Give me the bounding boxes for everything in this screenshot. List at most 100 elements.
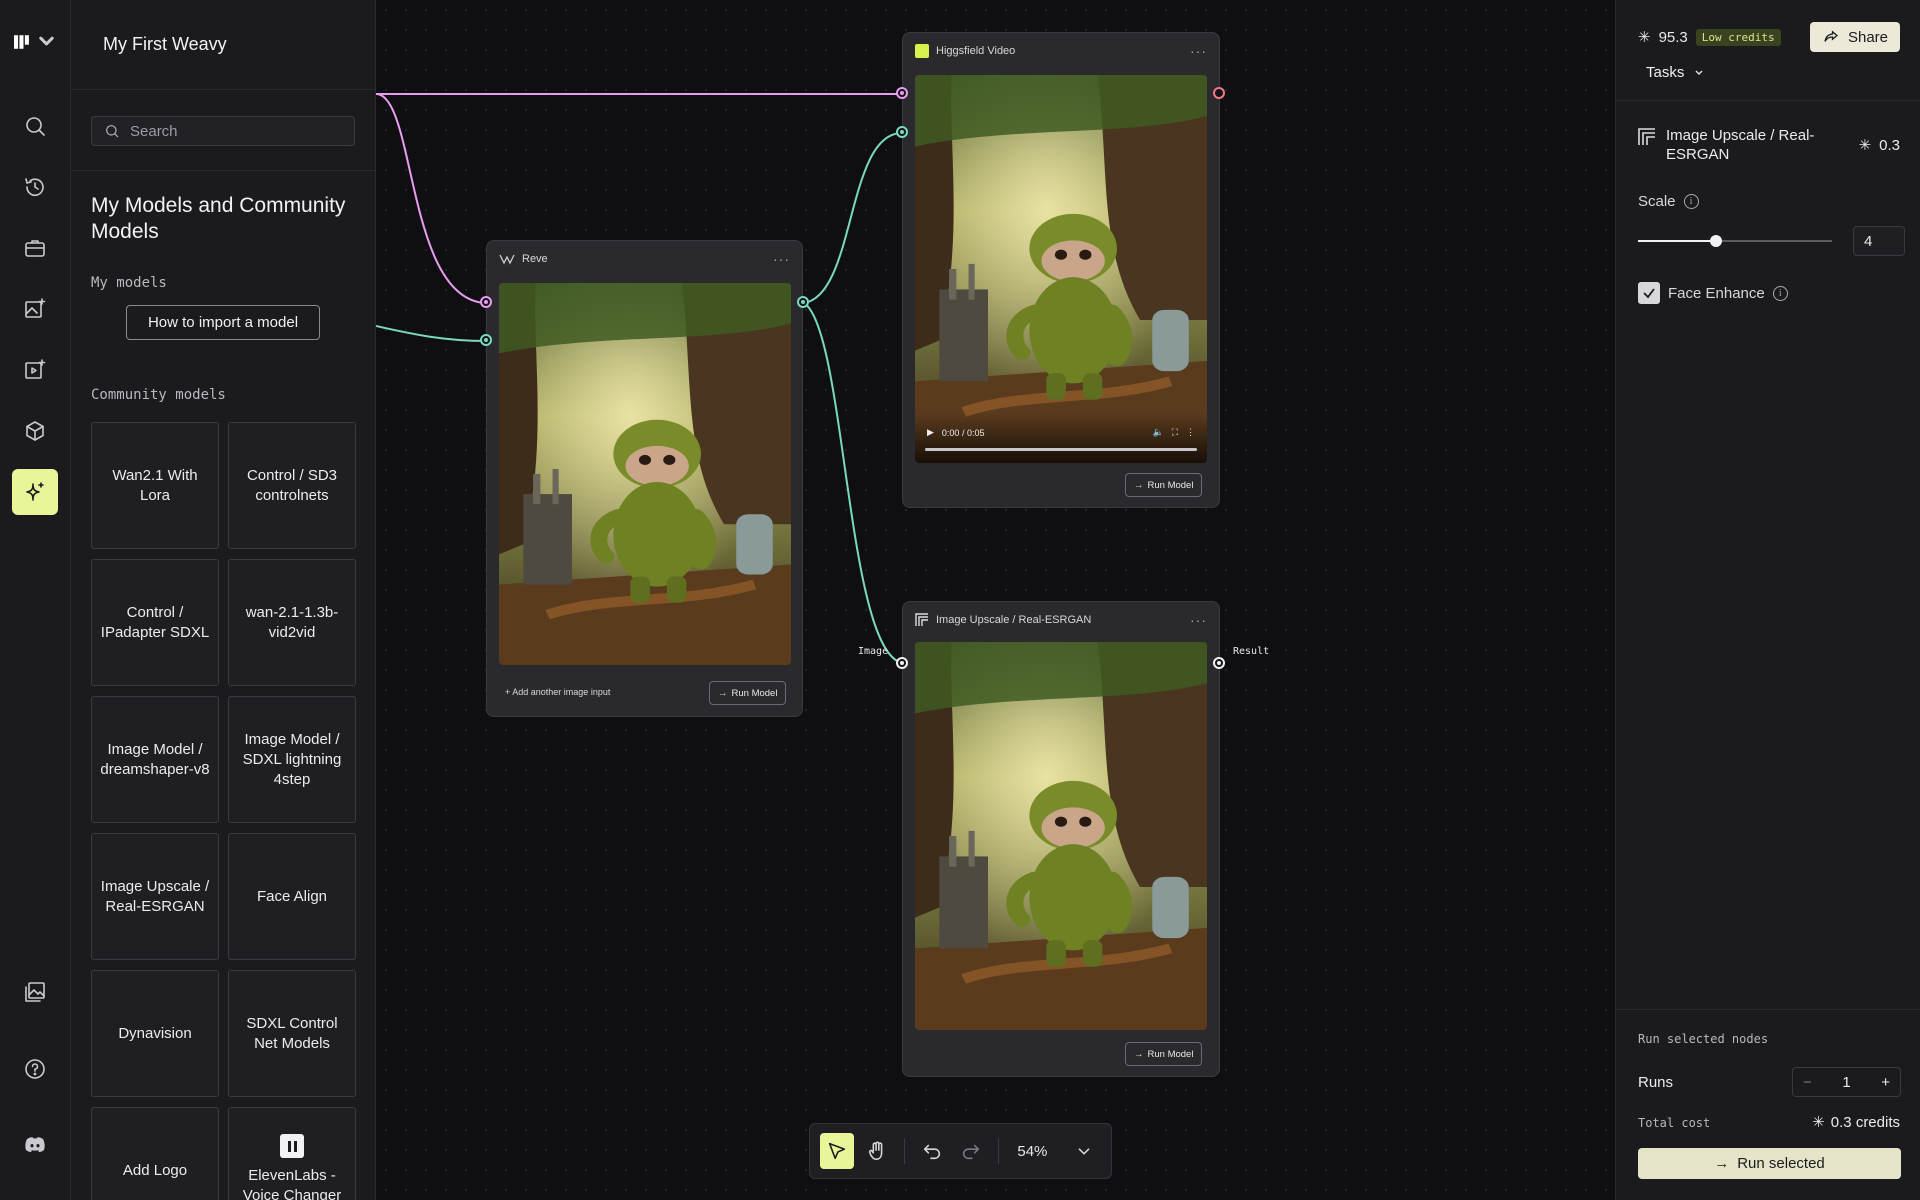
checkmark-icon [1643, 288, 1655, 299]
workflow-canvas[interactable]: Reve ··· + Add another image input → Run… [376, 0, 1615, 1200]
info-icon[interactable]: i [1772, 285, 1788, 301]
reve-node[interactable]: Reve ··· + Add another image input → Run… [486, 240, 803, 717]
credits-icon: ✳ [1858, 136, 1872, 154]
community-models-label: Community models [91, 387, 226, 403]
more-icon[interactable]: ⋮ [1186, 427, 1195, 438]
output-port[interactable] [797, 296, 809, 308]
input-port[interactable] [896, 657, 908, 669]
hand-icon [868, 1141, 883, 1161]
output-port[interactable] [1213, 87, 1225, 99]
redo-button[interactable] [955, 1133, 989, 1169]
video-progress-bar[interactable] [925, 448, 1197, 451]
higgsfield-logo-icon [915, 44, 929, 58]
input-port[interactable] [896, 87, 908, 99]
fullscreen-icon[interactable]: ⛶ [1172, 427, 1178, 438]
scale-label-row: Scale i [1638, 193, 1699, 210]
scale-slider[interactable] [1638, 235, 1832, 247]
gallery-icon [25, 982, 45, 1002]
library-panel: My First Weavy My Models and Community M… [71, 0, 376, 1200]
image-upscale-node[interactable]: Image Upscale / Real-ESRGAN ··· → Run Mo… [902, 601, 1220, 1077]
credits-icon: ✳ [1638, 29, 1651, 46]
total-cost: ✳ 0.3 credits [1812, 1113, 1900, 1132]
arrow-right-icon: → [1714, 1155, 1730, 1172]
model-card[interactable]: ElevenLabs - Voice Changer [228, 1107, 356, 1200]
pan-tool-button[interactable] [860, 1133, 894, 1169]
help-icon [25, 1059, 45, 1079]
model-card[interactable]: Image Model / SDXL lightning 4step [228, 696, 356, 823]
search-icon [26, 117, 45, 136]
higgsfield-video-node[interactable]: Higgsfield Video ··· ▶ 0:00 / 0:05 🔈 ⛶ ⋮… [902, 32, 1220, 508]
sparkles-icon [26, 482, 44, 501]
rail-discord-button[interactable] [12, 1122, 58, 1168]
model-card[interactable]: Dynavision [91, 970, 219, 1097]
input-port[interactable] [480, 296, 492, 308]
model-card[interactable]: wan-2.1-1.3b-vid2vid [228, 559, 356, 686]
model-card[interactable]: SDXL Control Net Models [228, 970, 356, 1097]
run-model-button[interactable]: → Run Model [1125, 473, 1203, 497]
rail-3d-models-button[interactable] [12, 408, 58, 454]
input-port[interactable] [896, 126, 908, 138]
credits-icon: ✳ [1812, 1114, 1825, 1131]
icon-rail [0, 0, 71, 1200]
rail-community-models-button[interactable] [12, 469, 58, 515]
input-port[interactable] [480, 334, 492, 346]
select-tool-button[interactable] [820, 1133, 854, 1169]
run-selected-heading: Run selected nodes [1638, 1032, 1769, 1046]
model-card[interactable]: Add Logo [91, 1107, 219, 1200]
increment-button[interactable]: + [1881, 1074, 1890, 1091]
properties-panel: ✳ 95.3 Low credits Share Tasks Image Ups… [1615, 0, 1920, 1200]
face-enhance-checkbox[interactable] [1638, 282, 1660, 304]
share-icon [1824, 30, 1838, 42]
credits-value: 95.3 [1658, 28, 1688, 46]
rail-video-models-button[interactable] [12, 347, 58, 393]
community-models-grid: Wan2.1 With Lora Control / SD3 controlne… [91, 422, 361, 1200]
decrement-button[interactable]: − [1803, 1074, 1812, 1091]
rail-gallery-button[interactable] [12, 969, 58, 1015]
video-time: 0:00 / 0:05 [941, 427, 985, 438]
run-model-button[interactable]: → Run Model [709, 681, 787, 705]
add-image-input-button[interactable]: + Add another image input [505, 687, 610, 697]
slider-knob[interactable] [1709, 235, 1722, 247]
info-icon[interactable]: i [1683, 194, 1699, 209]
import-model-button[interactable]: How to import a model [126, 305, 320, 340]
rail-image-models-button[interactable] [12, 286, 58, 332]
zoom-menu-button[interactable] [1067, 1133, 1101, 1169]
model-card[interactable]: Control / SD3 controlnets [228, 422, 356, 549]
app-logo[interactable] [14, 30, 56, 54]
rail-history-button[interactable] [12, 164, 58, 210]
volume-icon[interactable]: 🔈 [1152, 427, 1163, 438]
tasks-dropdown[interactable]: Tasks [1646, 64, 1704, 81]
node-title: Image Upscale / Real-ESRGAN [936, 614, 1092, 626]
reve-logo-icon [499, 254, 515, 265]
run-model-button[interactable]: → Run Model [1125, 1042, 1203, 1066]
rail-toolbox-button[interactable] [12, 225, 58, 271]
cursor-icon [828, 1142, 846, 1160]
rail-search-button[interactable] [12, 103, 58, 149]
model-card[interactable]: Image Model / dreamshaper-v8 [91, 696, 219, 823]
model-card[interactable]: Face Align [228, 833, 356, 960]
more-icon[interactable]: ··· [773, 251, 790, 267]
search-box[interactable] [91, 116, 355, 146]
video-player[interactable]: ▶ 0:00 / 0:05 🔈 ⛶ ⋮ [915, 75, 1207, 463]
rail-help-button[interactable] [12, 1046, 58, 1092]
chevron-down-icon [39, 36, 54, 46]
run-selected-button[interactable]: → Run selected [1638, 1148, 1901, 1179]
model-card[interactable]: Image Upscale / Real-ESRGAN [91, 833, 219, 960]
model-card[interactable]: Control / IPadapter SDXL [91, 559, 219, 686]
undo-button[interactable] [915, 1133, 949, 1169]
runs-stepper: − 1 + [1792, 1067, 1901, 1097]
more-icon[interactable]: ··· [1190, 612, 1207, 628]
library-heading: My Models and Community Models [91, 194, 346, 243]
scale-input[interactable]: 4 [1853, 226, 1905, 256]
low-credits-badge: Low credits [1695, 28, 1781, 46]
more-icon[interactable]: ··· [1190, 43, 1207, 59]
project-title[interactable]: My First Weavy [71, 0, 375, 90]
output-port[interactable] [1213, 657, 1225, 669]
model-card[interactable]: Wan2.1 With Lora [91, 422, 219, 549]
play-icon[interactable]: ▶ [927, 427, 934, 438]
search-input[interactable] [130, 122, 310, 140]
runs-value[interactable]: 1 [1842, 1074, 1850, 1091]
share-button[interactable]: Share [1809, 22, 1900, 52]
output-port-label: Result [1233, 646, 1270, 657]
cube-icon [26, 421, 44, 441]
